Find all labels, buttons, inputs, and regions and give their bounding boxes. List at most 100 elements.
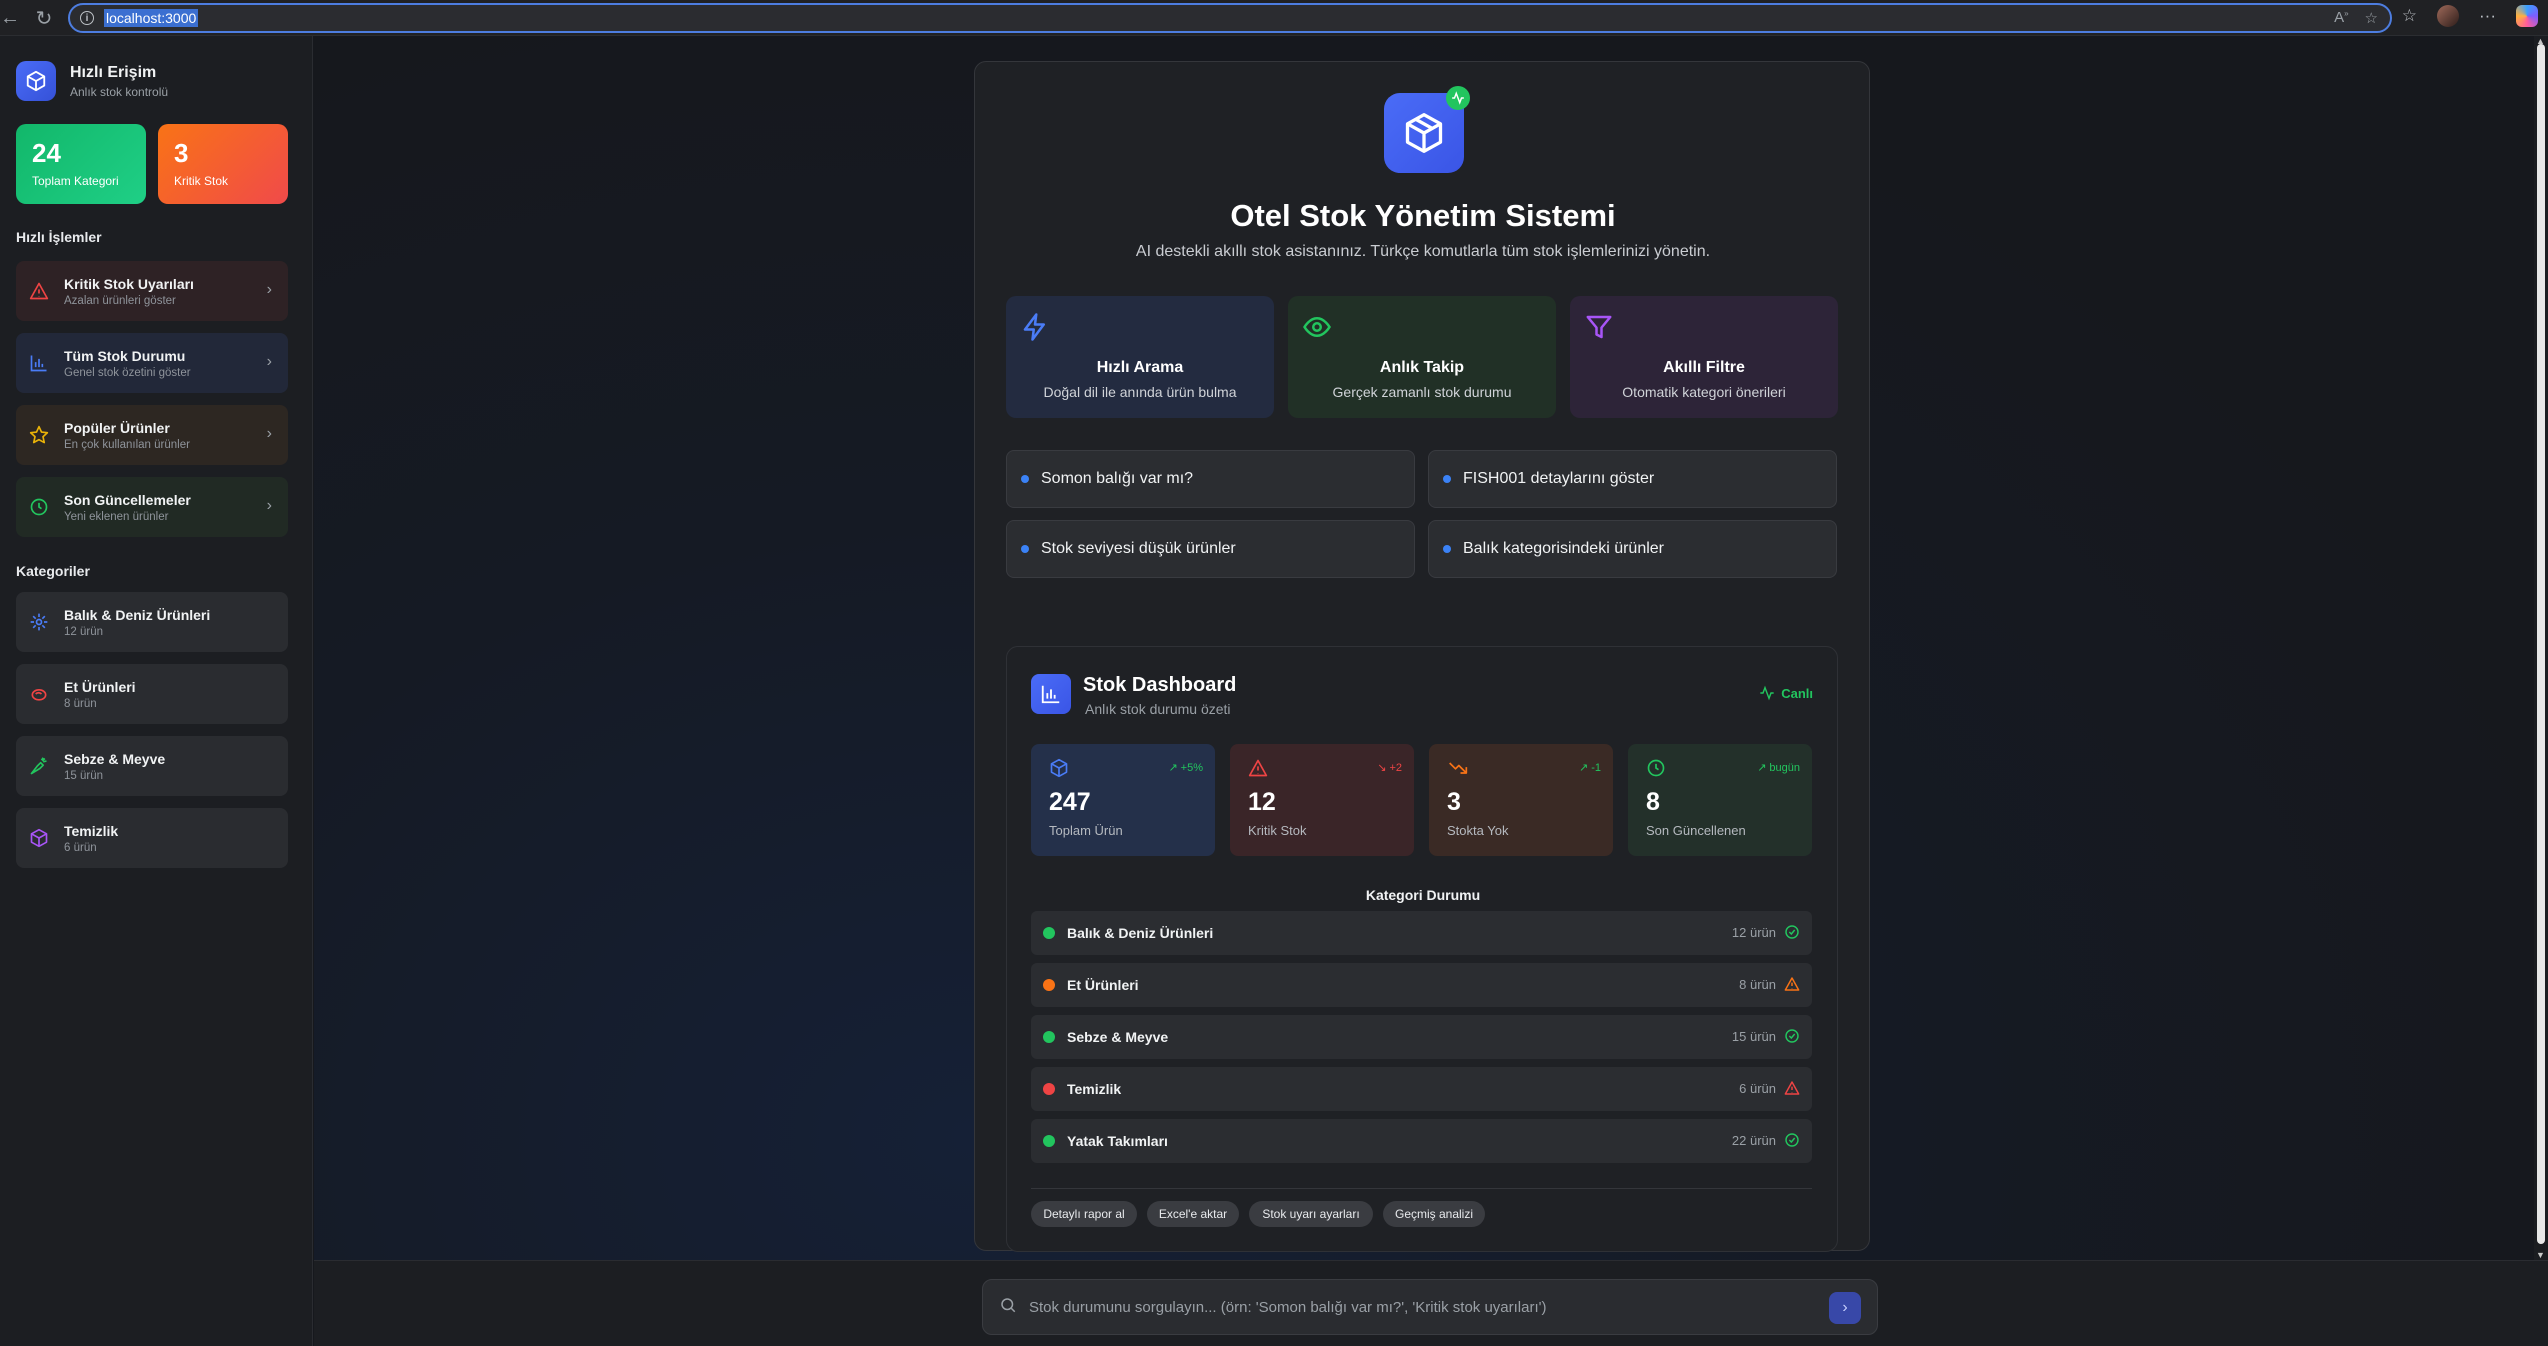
scrollbar[interactable]: ▲ ▼: [2534, 36, 2548, 1260]
feature-subtitle: Doğal dil ile anında ürün bulma: [1043, 384, 1237, 400]
quick-action-title: Tüm Stok Durumu: [64, 347, 186, 364]
status-dot: [1043, 1031, 1055, 1043]
category-count: 12 ürün: [1731, 925, 1776, 940]
chevron-right-icon: ›: [266, 281, 272, 298]
filter-icon: [1584, 312, 1614, 347]
trend-up-icon: ↗: [1579, 762, 1589, 774]
metric-card-critical-stock: ↘ +2 12 Kritik Stok: [1230, 744, 1414, 856]
send-button[interactable]: ›: [1829, 1292, 1861, 1324]
site-info-icon[interactable]: i: [80, 11, 94, 25]
quick-action-subtitle: Azalan ürünleri göster: [64, 294, 176, 307]
chip-stock-alert-settings[interactable]: Stok uyarı ayarları: [1249, 1201, 1373, 1227]
star-icon: [28, 424, 50, 446]
quick-action-subtitle: En çok kullanılan ürünler: [64, 438, 190, 451]
lightning-icon: [1020, 312, 1050, 347]
bullet-dot: [1021, 475, 1029, 483]
url-text[interactable]: localhost:3000: [104, 9, 199, 27]
quick-actions-title: Hızlı İşlemler: [16, 229, 102, 245]
chip-history-analysis[interactable]: Geçmiş analizi: [1383, 1201, 1485, 1227]
page-subtitle: AI destekli akıllı stok asistanınız. Tür…: [1135, 243, 1711, 260]
chevron-right-icon: ›: [266, 425, 272, 442]
search-icon: [999, 1296, 1017, 1319]
quick-action-all-stock[interactable]: Tüm Stok Durumu Genel stok özetini göste…: [16, 333, 288, 393]
metric-trend: ↘ +2: [1377, 761, 1402, 775]
brand-title: Hızlı Erişim: [70, 63, 157, 81]
stat-card-critical-stock: 3 Kritik Stok: [158, 124, 288, 204]
suggestion-button[interactable]: Somon balığı var mı?: [1006, 450, 1415, 508]
stat-label: Kritik Stok: [174, 174, 229, 188]
warning-icon: [1248, 758, 1268, 783]
address-bar[interactable]: i localhost:3000 A» ☆: [68, 3, 2392, 33]
eye-icon: [1302, 312, 1332, 347]
metric-trend: ↗ bugün: [1757, 761, 1800, 775]
scroll-down-arrow-icon[interactable]: ▼: [2536, 1250, 2545, 1260]
bullet-dot: [1021, 545, 1029, 553]
more-icon[interactable]: ···: [2479, 6, 2496, 26]
chevron-right-icon: ›: [266, 497, 272, 514]
trend-down-icon: ↘: [1377, 762, 1387, 774]
feature-subtitle: Gerçek zamanlı stok durumu: [1332, 384, 1512, 400]
favorites-icon[interactable]: ☆: [2402, 6, 2417, 26]
metric-card-total-products: ↗ +5% 247 Toplam Ürün: [1031, 744, 1215, 856]
check-circle-icon: [1784, 1028, 1800, 1049]
sidebar-category-meat[interactable]: Et Ürünleri 8 ürün: [16, 664, 288, 724]
quick-action-popular-products[interactable]: Popüler Ürünler En çok kullanılan ürünle…: [16, 405, 288, 465]
category-count: 6 ürün: [64, 841, 97, 854]
sidebar-category-cleaning[interactable]: Temizlik 6 ürün: [16, 808, 288, 868]
metric-number: 247: [1049, 788, 1091, 816]
sidebar: Hızlı Erişim Anlık stok kontrolü 24 Topl…: [0, 36, 313, 1346]
category-status-row[interactable]: Sebze & Meyve 15 ürün: [1031, 1015, 1812, 1059]
check-circle-icon: [1784, 924, 1800, 945]
stat-number: 24: [32, 138, 61, 168]
suggestion-button[interactable]: Balık kategorisindeki ürünler: [1428, 520, 1837, 578]
warning-icon: [28, 280, 50, 302]
activity-icon: [1760, 685, 1774, 701]
read-aloud-icon[interactable]: A»: [2334, 9, 2348, 27]
profile-avatar[interactable]: [2437, 5, 2460, 27]
category-count: 8 ürün: [64, 697, 97, 710]
dashboard-title: Stok Dashboard: [1083, 674, 1237, 696]
favorite-star-icon[interactable]: ☆: [2365, 9, 2378, 27]
category-status-row[interactable]: Et Ürünleri 8 ürün: [1031, 963, 1812, 1007]
live-label: Canlı: [1781, 685, 1813, 701]
welcome-panel: Otel Stok Yönetim Sistemi AI destekli ak…: [974, 61, 1870, 1252]
scrollbar-thumb[interactable]: [2537, 44, 2545, 1244]
category-status-row[interactable]: Balık & Deniz Ürünleri 12 ürün: [1031, 911, 1812, 955]
query-input[interactable]: [1029, 1298, 1809, 1316]
activity-icon: [1446, 86, 1470, 110]
chip-export-excel[interactable]: Excel'e aktar: [1147, 1201, 1239, 1227]
suggestion-button[interactable]: Stok seviyesi düşük ürünler: [1006, 520, 1415, 578]
metric-label: Toplam Ürün: [1049, 823, 1123, 838]
feature-subtitle: Otomatik kategori önerileri: [1622, 384, 1786, 400]
suggestion-button[interactable]: FISH001 detaylarını göster: [1428, 450, 1837, 508]
page-title: Otel Stok Yönetim Sistemi: [1230, 198, 1616, 233]
suggestion-text: Stok seviyesi düşük ürünler: [1041, 540, 1236, 557]
copilot-icon[interactable]: [2516, 5, 2538, 27]
metric-number: 3: [1447, 788, 1461, 816]
quick-action-title: Popüler Ürünler: [64, 419, 170, 436]
fish-icon: [28, 611, 50, 633]
query-box: ›: [982, 1279, 1878, 1335]
brand-subtitle: Anlık stok kontrolü: [70, 84, 169, 99]
metric-label: Stokta Yok: [1447, 823, 1509, 838]
feature-card-fast-search: Hızlı Arama Doğal dil ile anında ürün bu…: [1006, 296, 1274, 418]
metric-number: 8: [1646, 788, 1660, 816]
stat-number: 3: [174, 138, 189, 168]
category-status-title: Kategori Durumu: [1365, 887, 1481, 903]
category-status-row[interactable]: Temizlik 6 ürün: [1031, 1067, 1812, 1111]
refresh-icon[interactable]: ↻: [28, 2, 60, 34]
chip-detailed-report[interactable]: Detaylı rapor al: [1031, 1201, 1137, 1227]
quick-action-recent-updates[interactable]: Son Güncellemeler Yeni eklenen ürünler ›: [16, 477, 288, 537]
category-count: 8 ürün: [1739, 977, 1776, 992]
feature-title: Akıllı Filtre: [1663, 359, 1745, 376]
category-count: 12 ürün: [64, 625, 104, 638]
category-status-row[interactable]: Yatak Takımları 22 ürün: [1031, 1119, 1812, 1163]
metric-card-out-of-stock: ↗ -1 3 Stokta Yok: [1429, 744, 1613, 856]
sidebar-category-vegetables[interactable]: Sebze & Meyve 15 ürün: [16, 736, 288, 796]
trend-value: +2: [1389, 761, 1402, 774]
back-icon[interactable]: ←: [0, 2, 26, 34]
trend-up-icon: ↗: [1168, 762, 1178, 774]
carrot-icon: [28, 755, 50, 777]
sidebar-category-fish[interactable]: Balık & Deniz Ürünleri 12 ürün: [16, 592, 288, 652]
quick-action-critical-alerts[interactable]: Kritik Stok Uyarıları Azalan ürünleri gö…: [16, 261, 288, 321]
